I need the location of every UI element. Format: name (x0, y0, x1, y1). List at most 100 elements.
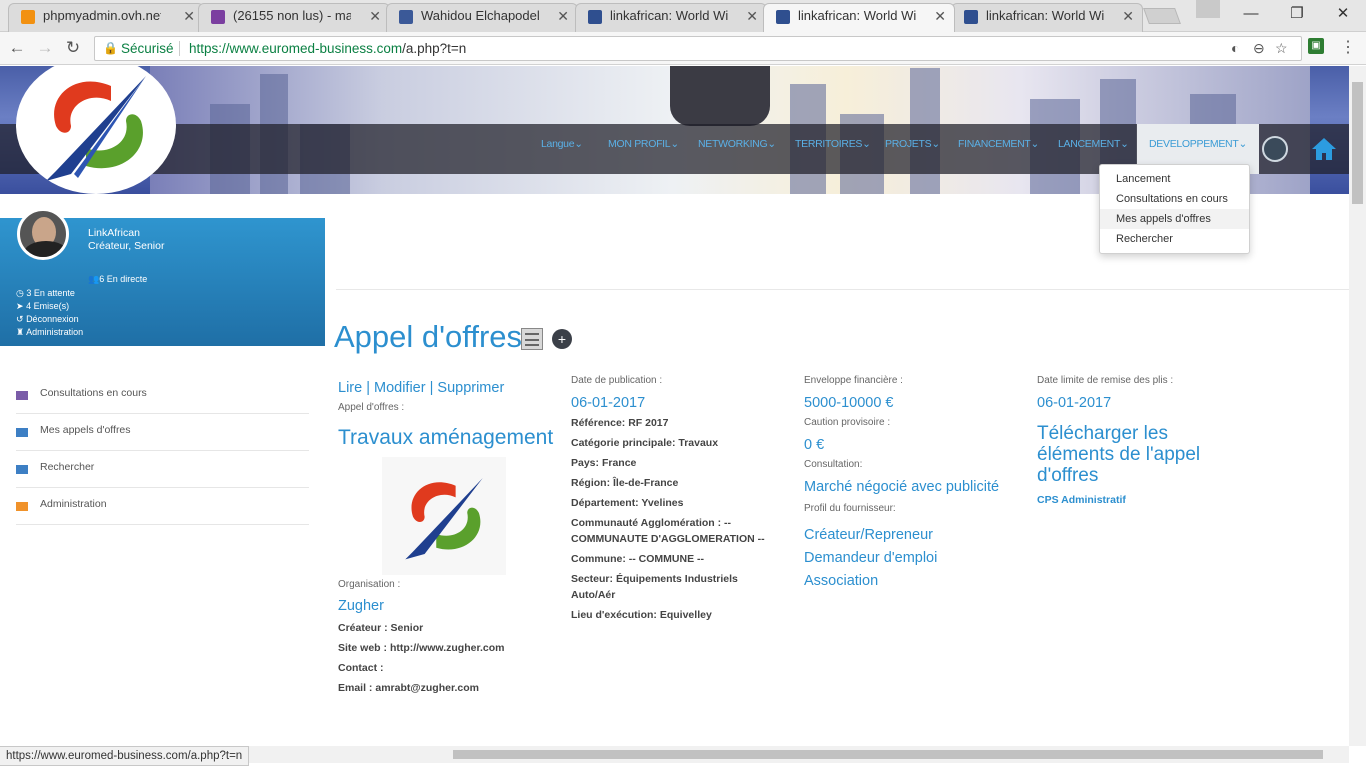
nav-territoires[interactable]: TERRITOIRES⌄ (795, 138, 871, 150)
sent-label: 4 Emise(s) (26, 301, 70, 311)
supplier-profile-label: Profil du fournisseur: (804, 503, 896, 514)
download-link[interactable]: Télécharger les éléments de l'appel d'of… (1037, 423, 1237, 486)
sidebar-item-mes-appels[interactable]: Mes appels d'offres (16, 414, 309, 451)
tab-title: linkafrican: World Wide (798, 8, 916, 23)
organisation-name[interactable]: Zugher (338, 598, 558, 614)
maximize-button[interactable]: ❐ (1274, 0, 1320, 30)
developpement-dropdown: Lancement Consultations en cours Mes app… (1099, 164, 1250, 254)
browser-tabstrip: phpmyadmin.ovh.net / c ✕ (26155 non lus)… (0, 0, 1366, 32)
profile-role: Créateur, Senior (88, 240, 165, 252)
logout-icon: ↺ (16, 314, 24, 324)
vertical-scrollbar[interactable] (1349, 66, 1366, 746)
organisation-label: Organisation : (338, 579, 401, 590)
send-icon: ➤ (16, 301, 24, 311)
sidebar-item-rechercher[interactable]: Rechercher (16, 451, 309, 488)
extension-icon[interactable]: ▣ (1308, 38, 1324, 54)
nav-lancement[interactable]: LANCEMENT⌄ (1058, 138, 1129, 150)
avatar[interactable] (17, 208, 69, 260)
bookmark-star-icon[interactable]: ☆ (1275, 37, 1288, 60)
home-icon[interactable] (1311, 136, 1337, 162)
profile-direct[interactable]: 👥6 En directe (88, 274, 147, 285)
sidebar-item-administration[interactable]: Administration (16, 488, 309, 525)
detail-key: Lieu d'exécution: (571, 609, 660, 621)
consultation-label: Consultation: (804, 459, 863, 470)
deadline-label: Date limite de remise des plis : (1037, 375, 1174, 386)
close-tab-icon[interactable]: ✕ (183, 4, 195, 28)
profile-sent[interactable]: ➤ 4 Emise(s) (16, 301, 69, 312)
close-tab-icon[interactable]: ✕ (934, 4, 946, 28)
dropdown-item-mes-appels[interactable]: Mes appels d'offres (1100, 209, 1249, 229)
dropdown-item-lancement[interactable]: Lancement (1100, 169, 1249, 189)
zoom-icon[interactable]: ⊖ (1253, 37, 1265, 60)
chrome-menu-icon[interactable]: ⋮ (1340, 37, 1356, 57)
tab-title: linkafrican: World Wide (610, 8, 728, 23)
close-tab-icon[interactable]: ✕ (1122, 4, 1134, 28)
browser-tab[interactable]: Wahidou ElchapodelCha ✕ (386, 3, 578, 32)
close-tab-icon[interactable]: ✕ (746, 4, 758, 28)
document-link[interactable]: CPS Administratif (1037, 494, 1237, 506)
browser-tab-active[interactable]: linkafrican: World Wide ✕ (763, 3, 955, 32)
clock-icon: ◷ (16, 288, 24, 298)
facebook-favicon-icon (399, 10, 413, 24)
detail-row: Créateur : Senior (338, 620, 558, 640)
nav-mon-profil[interactable]: MON PROFIL⌄ (608, 138, 679, 150)
browser-tab[interactable]: (26155 non lus) - mamr ✕ (198, 3, 390, 32)
profile-admin[interactable]: ♜ Administration (16, 327, 83, 338)
nav-networking[interactable]: NETWORKING⌄ (698, 138, 776, 150)
url-divider (179, 41, 180, 56)
profile-pending[interactable]: ◷ 3 En attente (16, 288, 75, 299)
document-icon[interactable] (521, 328, 543, 350)
logout-label: Déconnexion (26, 314, 79, 324)
offer-details: Référence: RF 2017 Catégorie principale:… (571, 415, 771, 627)
new-tab-button[interactable] (1143, 8, 1181, 24)
dropdown-item-consultations[interactable]: Consultations en cours (1100, 189, 1249, 209)
detail-key: Région: (571, 477, 613, 489)
add-circle-icon[interactable]: + (552, 329, 572, 349)
scroll-thumb[interactable] (453, 750, 1323, 759)
admin-icon: ♜ (16, 327, 25, 337)
detail-value[interactable]: amrabt@zugher.com (375, 682, 479, 694)
detail-row: Catégorie principale: Travaux (571, 435, 771, 455)
detail-value: Equivelley (659, 609, 712, 621)
tab-title: Wahidou ElchapodelCha (421, 8, 539, 23)
offer-actions[interactable]: Lire | Modifier | Supprimer (338, 380, 558, 396)
url-path: /a.php?t=n (402, 41, 467, 56)
secure-label: Sécurisé (121, 41, 174, 56)
reload-button[interactable]: ↻ (63, 38, 83, 58)
caution-label: Caution provisoire : (804, 417, 891, 428)
offer-name: Travaux aménagement (338, 426, 554, 449)
profile-name[interactable]: LinkAfrican (88, 227, 140, 239)
dropdown-item-rechercher[interactable]: Rechercher (1100, 229, 1249, 249)
browser-tab[interactable]: linkafrican: World Wide ✕ (951, 3, 1143, 32)
consultation-value: Marché négocié avec publicité (804, 479, 1000, 495)
nav-financement[interactable]: FINANCEMENT⌄ (958, 138, 1039, 150)
sidebar-item-consultations[interactable]: Consultations en cours (16, 377, 309, 414)
forward-button[interactable]: → (35, 38, 55, 58)
detail-key: Communauté Agglomération : (571, 517, 725, 529)
translate-icon[interactable]: ◐ (1231, 37, 1239, 60)
scroll-thumb[interactable] (1352, 82, 1363, 204)
back-button[interactable]: ← (7, 38, 27, 58)
tab-title: phpmyadmin.ovh.net / c (43, 8, 161, 23)
close-tab-icon[interactable]: ✕ (557, 4, 569, 28)
divider (336, 289, 1349, 290)
pending-label: 3 En attente (26, 288, 75, 298)
sidebar-item-label: Rechercher (40, 461, 95, 473)
detail-value: Yvelines (641, 497, 684, 509)
browser-tab[interactable]: linkafrican: World Wide ✕ (575, 3, 767, 32)
browser-tab[interactable]: phpmyadmin.ovh.net / c ✕ (8, 3, 204, 32)
mail-favicon-icon (211, 10, 225, 24)
detail-value[interactable]: http://www.zugher.com (390, 642, 505, 654)
publication-date: 06-01-2017 (571, 395, 646, 411)
bank-icon[interactable] (1262, 136, 1288, 162)
address-bar[interactable]: 🔒 Sécurisé https://www.euromed-business.… (94, 36, 1302, 61)
detail-row: Lieu d'exécution: Equivelley (571, 607, 771, 627)
profile-logout[interactable]: ↺ Déconnexion (16, 314, 79, 325)
envelope-label: Enveloppe financière : (804, 375, 903, 386)
close-window-button[interactable]: ✕ (1320, 0, 1366, 30)
browser-profile-button[interactable] (1196, 0, 1220, 18)
nav-projets[interactable]: PROJETS⌄ (885, 138, 940, 150)
minimize-button[interactable]: — (1228, 0, 1274, 30)
nav-langue[interactable]: Langue⌄ (541, 138, 583, 150)
close-tab-icon[interactable]: ✕ (369, 4, 381, 28)
